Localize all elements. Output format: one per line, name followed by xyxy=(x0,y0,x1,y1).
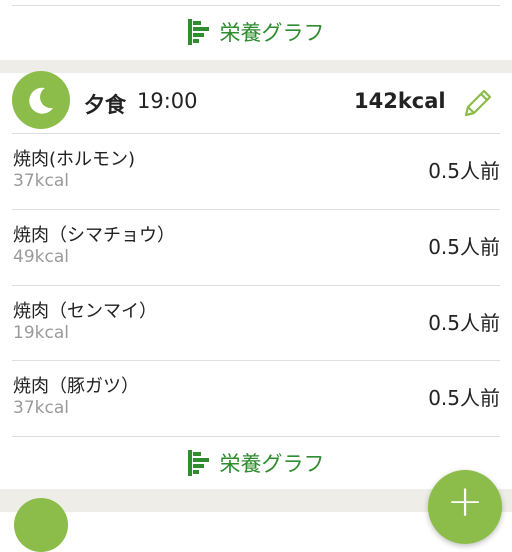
bar-chart-icon xyxy=(187,19,209,45)
nutrition-graph-label: 栄養グラフ xyxy=(219,21,325,45)
food-kcal: 49kcal xyxy=(13,247,69,267)
meal-time: 19:00 xyxy=(137,89,198,113)
nutrition-graph-link-top[interactable]: 栄養グラフ xyxy=(0,6,512,58)
food-item[interactable]: 焼肉(ホルモン) 37kcal 0.5人前 xyxy=(0,134,512,210)
meal-name: 夕食 xyxy=(84,93,126,117)
meal-header: 夕食 19:00 142kcal xyxy=(0,71,512,133)
food-name: 焼肉(ホルモン) xyxy=(13,149,136,170)
food-name: 焼肉（センマイ） xyxy=(13,301,157,322)
section-gap xyxy=(0,60,512,73)
food-quantity: 0.5人前 xyxy=(428,311,500,335)
food-name: 焼肉（豚ガツ） xyxy=(13,376,139,397)
food-name: 焼肉（シマチョウ） xyxy=(13,225,175,246)
plus-icon: + xyxy=(446,476,484,527)
pencil-icon[interactable] xyxy=(460,87,494,121)
food-quantity: 0.5人前 xyxy=(428,235,500,259)
next-meal-icon xyxy=(14,498,68,552)
bar-chart-icon xyxy=(187,450,209,476)
nutrition-graph-label: 栄養グラフ xyxy=(219,452,325,476)
food-kcal: 19kcal xyxy=(13,323,69,343)
food-kcal: 37kcal xyxy=(13,171,69,191)
food-kcal: 37kcal xyxy=(13,398,69,418)
food-item[interactable]: 焼肉（センマイ） 19kcal 0.5人前 xyxy=(0,286,512,362)
meal-total-kcal: 142kcal xyxy=(354,89,446,113)
moon-icon xyxy=(12,71,70,129)
food-item[interactable]: 焼肉（シマチョウ） 49kcal 0.5人前 xyxy=(0,210,512,286)
food-item[interactable]: 焼肉（豚ガツ） 37kcal 0.5人前 xyxy=(0,361,512,437)
food-quantity: 0.5人前 xyxy=(428,386,500,410)
food-quantity: 0.5人前 xyxy=(428,159,500,183)
add-food-button[interactable]: + xyxy=(428,470,502,544)
